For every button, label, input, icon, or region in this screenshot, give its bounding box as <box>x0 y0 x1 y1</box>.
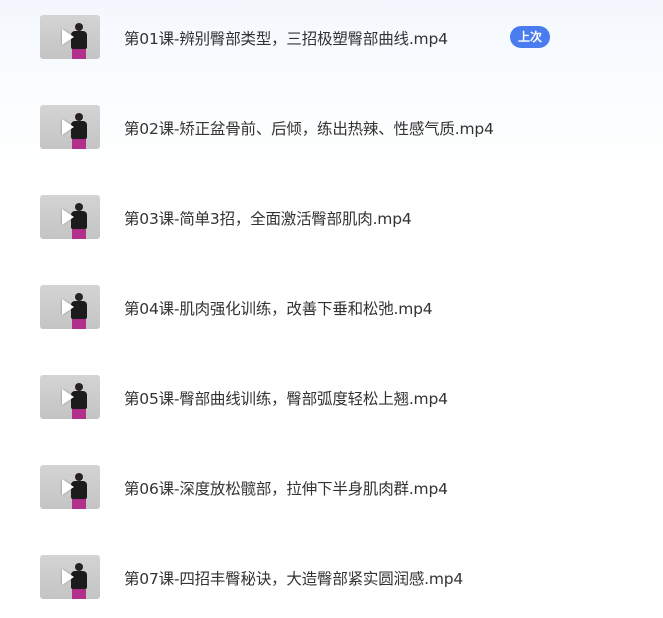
play-icon <box>62 569 74 585</box>
lesson-title: 第06课-深度放松髋部，拉伸下半身肌肉群.mp4 <box>124 480 448 498</box>
lesson-title: 第02课-矫正盆骨前、后倾，练出热辣、性感气质.mp4 <box>124 120 494 138</box>
lesson-title: 第01课-辨别臀部类型，三招极塑臀部曲线.mp4 <box>124 30 448 48</box>
play-icon <box>62 299 74 315</box>
play-icon <box>62 209 74 225</box>
lesson-item-7[interactable]: 第07课-四招丰臀秘诀，大造臀部紧实圆润感.mp4 <box>0 547 663 607</box>
lesson-item-6[interactable]: 第06课-深度放松髋部，拉伸下半身肌肉群.mp4 <box>0 457 663 517</box>
lesson-title: 第05课-臀部曲线训练，臀部弧度轻松上翘.mp4 <box>124 390 448 408</box>
lesson-item-3[interactable]: 第03课-简单3招，全面激活臀部肌肉.mp4 <box>0 187 663 247</box>
lesson-item-2[interactable]: 第02课-矫正盆骨前、后倾，练出热辣、性感气质.mp4 <box>0 97 663 157</box>
lesson-item-4[interactable]: 第04课-肌肉强化训练，改善下垂和松弛.mp4 <box>0 277 663 337</box>
video-thumbnail[interactable] <box>40 285 100 329</box>
lesson-item-1[interactable]: 第01课-辨别臀部类型，三招极塑臀部曲线.mp4 上次 <box>0 7 663 67</box>
lesson-title: 第03课-简单3招，全面激活臀部肌肉.mp4 <box>124 210 412 228</box>
lesson-title: 第04课-肌肉强化训练，改善下垂和松弛.mp4 <box>124 300 433 318</box>
play-icon <box>62 389 74 405</box>
play-icon <box>62 479 74 495</box>
video-thumbnail[interactable] <box>40 195 100 239</box>
video-thumbnail[interactable] <box>40 15 100 59</box>
last-watched-badge: 上次 <box>510 26 551 48</box>
video-thumbnail[interactable] <box>40 555 100 599</box>
video-thumbnail[interactable] <box>40 375 100 419</box>
video-thumbnail[interactable] <box>40 105 100 149</box>
play-icon <box>62 119 74 135</box>
video-thumbnail[interactable] <box>40 465 100 509</box>
play-icon <box>62 29 74 45</box>
lesson-item-5[interactable]: 第05课-臀部曲线训练，臀部弧度轻松上翘.mp4 <box>0 367 663 427</box>
lesson-title: 第07课-四招丰臀秘诀，大造臀部紧实圆润感.mp4 <box>124 570 464 588</box>
lesson-list: 第01课-辨别臀部类型，三招极塑臀部曲线.mp4 上次 第02课-矫正盆骨前、后… <box>0 0 663 618</box>
